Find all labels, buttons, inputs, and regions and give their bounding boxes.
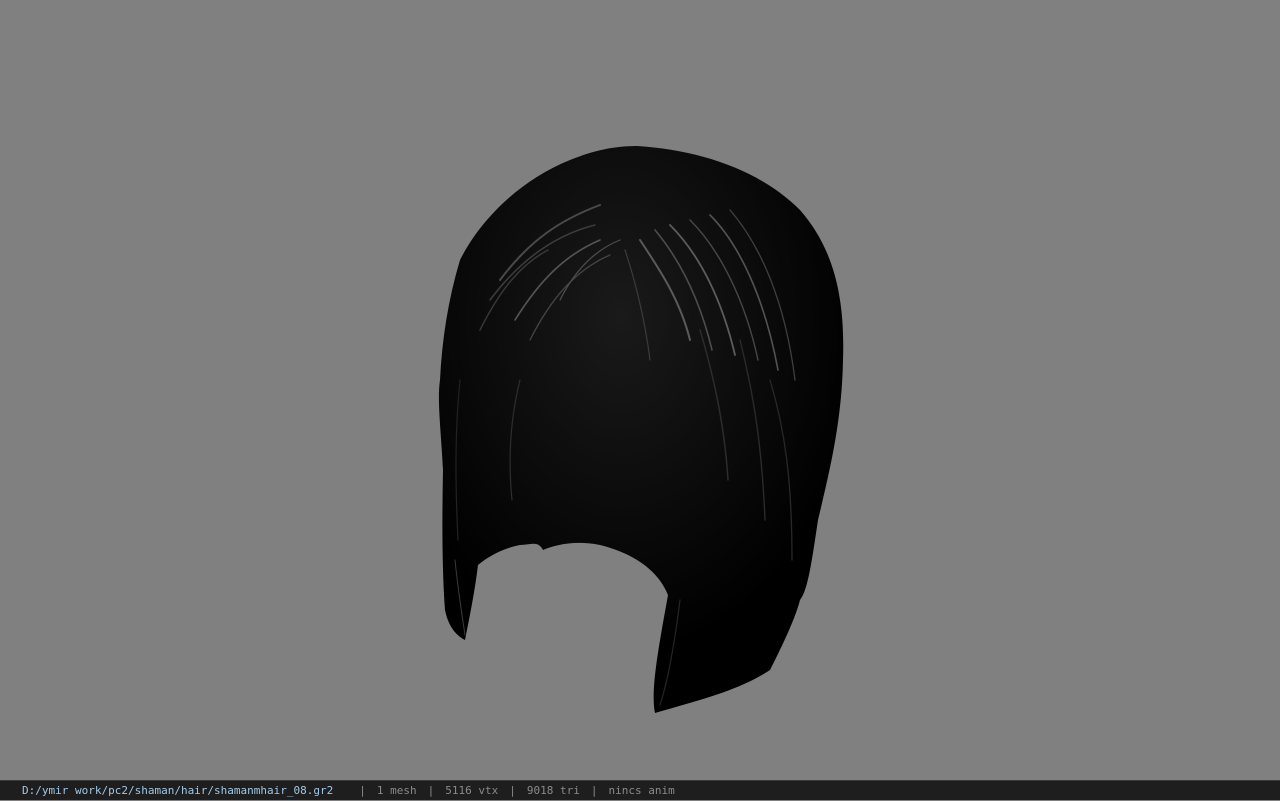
file-path: D:/ymir work/pc2/shaman/hair/shamanmhair… [22, 783, 334, 797]
animation-status: nincs anim [608, 783, 675, 797]
status-separator: | [590, 783, 598, 797]
status-bar: D:/ymir work/pc2/shaman/hair/shamanmhair… [0, 780, 1280, 800]
3d-viewport[interactable] [0, 0, 1280, 780]
triangle-count: 9018 tri [526, 783, 580, 797]
vertex-count: 5116 vtx [445, 783, 499, 797]
hair-model-render[interactable] [0, 0, 1280, 780]
status-separator: | [427, 783, 435, 797]
status-separator: | [509, 783, 516, 797]
mesh-count: 1 mesh [376, 783, 417, 797]
status-separator: | [359, 783, 366, 797]
